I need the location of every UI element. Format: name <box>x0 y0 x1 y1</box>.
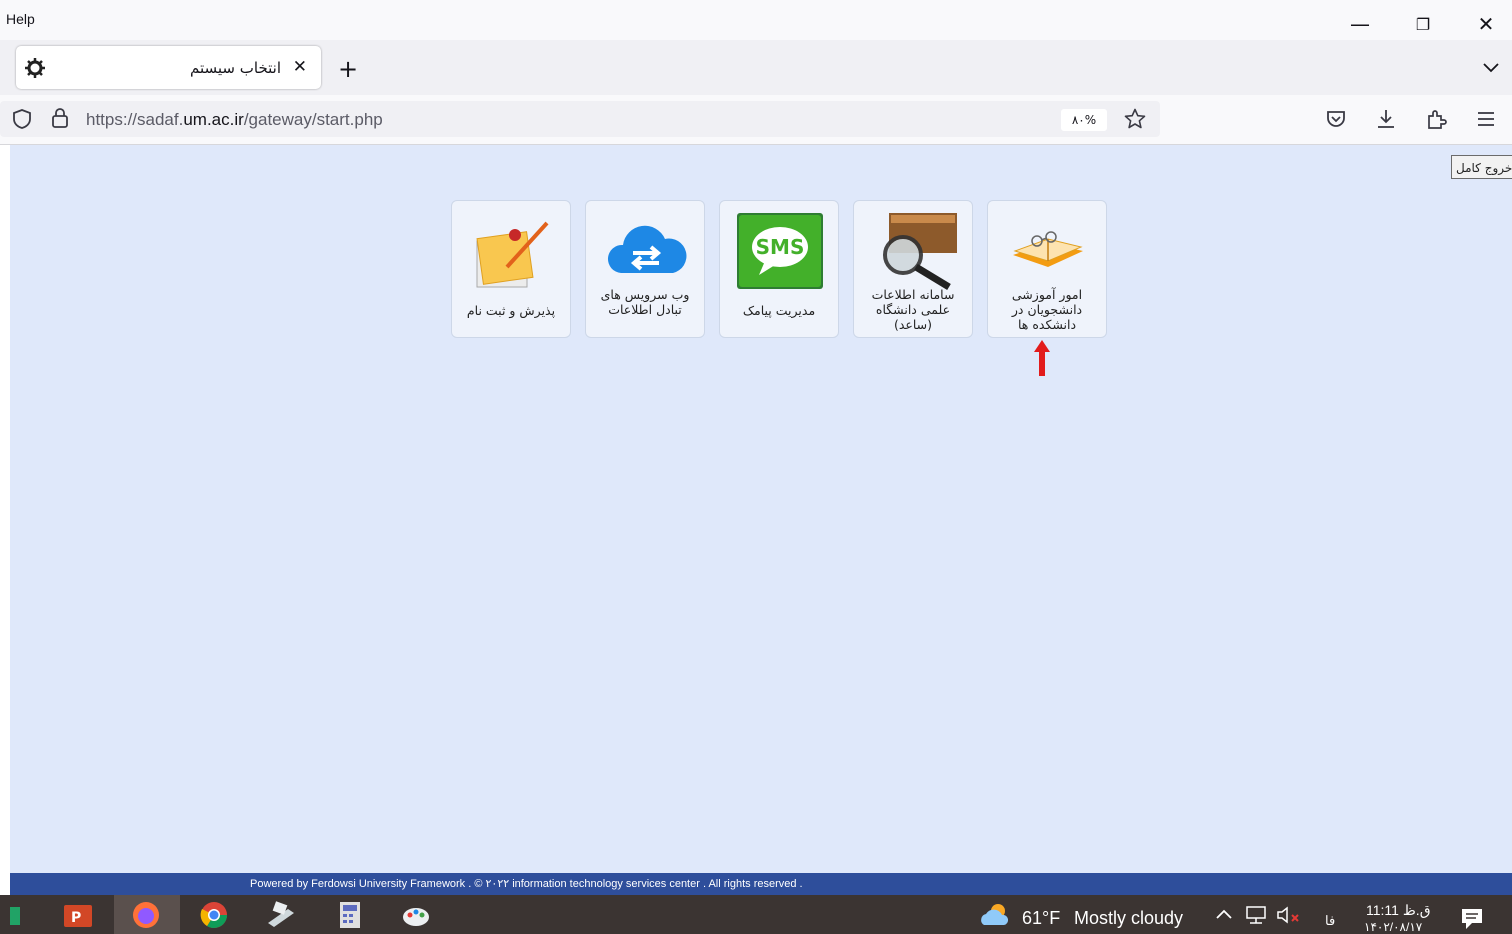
weather-description[interactable]: Mostly cloudy <box>1074 908 1183 929</box>
tab-close-icon[interactable]: ✕ <box>293 57 307 77</box>
calculator-taskbar-icon[interactable] <box>334 899 366 931</box>
magnifier-book-icon <box>883 213 957 290</box>
tile-label-registration: پذیرش و ثبت نام <box>466 303 556 318</box>
shield-icon[interactable] <box>10 107 34 131</box>
red-arrow-annotation <box>1034 340 1050 376</box>
download-icon[interactable] <box>1374 107 1398 131</box>
sms-icon: SMS <box>737 213 823 289</box>
cloud-exchange-icon <box>607 225 687 273</box>
paint-taskbar-icon[interactable] <box>400 899 432 931</box>
footer-text: Powered by Ferdowsi University Framework… <box>250 878 803 890</box>
zoom-level[interactable]: ۸۰% <box>1061 109 1107 131</box>
lock-icon[interactable] <box>48 106 72 130</box>
open-book-icon <box>1013 231 1083 267</box>
chevron-up-icon[interactable] <box>1214 905 1234 925</box>
clock-date[interactable]: ۱۴۰۲/۰۸/۱۷ <box>1364 920 1422 934</box>
page-footer: Powered by Ferdowsi University Framework… <box>10 873 1512 895</box>
tile-scientific-info[interactable]: سامانه اطلاعات علمی دانشگاه (ساعد) <box>853 200 973 338</box>
tile-label-educational-affairs: امور آموزشی دانشجویان در دانشکده ها <box>1011 287 1083 332</box>
close-window-button[interactable]: ✕ <box>1466 8 1506 40</box>
extensions-icon[interactable] <box>1424 107 1448 131</box>
tile-label-web-services: وب سرویس های تبادل اطلاعات <box>600 287 690 317</box>
tab-bar: انتخاب سیستم ✕ <box>0 40 1512 95</box>
site-favicon-icon <box>25 58 45 78</box>
network-icon[interactable] <box>1244 904 1268 926</box>
pocket-icon[interactable] <box>1324 107 1348 131</box>
input-language[interactable]: فا <box>1325 913 1335 929</box>
address-bar[interactable]: https://sadaf.um.ac.ir/gateway/start.php… <box>0 101 1160 137</box>
registration-note-icon <box>476 221 549 288</box>
navigation-bar: https://sadaf.um.ac.ir/gateway/start.php… <box>0 95 1512 145</box>
firefox-taskbar-icon[interactable] <box>130 899 162 931</box>
svg-text:SMS: SMS <box>756 235 805 259</box>
tab-system-select[interactable]: انتخاب سیستم ✕ <box>16 46 321 89</box>
url-text[interactable]: https://sadaf.um.ac.ir/gateway/start.php <box>86 110 383 130</box>
notifications-icon[interactable] <box>1460 907 1486 931</box>
tile-web-services[interactable]: وب سرویس های تبادل اطلاعات <box>585 200 705 338</box>
tab-list-chevron-icon[interactable] <box>1480 56 1502 78</box>
volume-muted-icon[interactable] <box>1276 905 1302 925</box>
tile-sms-management[interactable]: SMS مدیریت پیامک <box>719 200 839 338</box>
svg-text:P: P <box>71 910 81 926</box>
weather-cloud-icon[interactable] <box>978 899 1010 931</box>
new-tab-button[interactable]: + <box>338 55 358 83</box>
menu-help[interactable]: Help <box>6 11 35 27</box>
tab-title: انتخاب سیستم <box>190 59 281 77</box>
minimize-button[interactable]: — <box>1340 8 1380 40</box>
excel-taskbar-icon[interactable] <box>4 899 24 931</box>
clock-time[interactable]: 11:11 ق.ظ <box>1366 902 1431 919</box>
taskbar: P <box>0 895 1512 934</box>
tile-label-sms: مدیریت پیامک <box>742 303 816 318</box>
hamburger-menu-icon[interactable] <box>1474 107 1498 131</box>
menu-bar: Help — ❐ ✕ <box>0 0 1512 40</box>
tile-educational-affairs[interactable]: امور آموزشی دانشجویان در دانشکده ها <box>987 200 1107 338</box>
chrome-taskbar-icon[interactable] <box>198 899 230 931</box>
restore-button[interactable]: ❐ <box>1403 8 1443 40</box>
tile-label-scientific-info: سامانه اطلاعات علمی دانشگاه (ساعد) <box>871 287 955 332</box>
tile-registration[interactable]: پذیرش و ثبت نام <box>451 200 571 338</box>
bookmark-star-icon[interactable] <box>1123 107 1147 131</box>
full-exit-button[interactable]: خروج کامل <box>1451 155 1512 179</box>
weather-temperature[interactable]: 61°F <box>1022 908 1060 929</box>
scanner-taskbar-icon[interactable] <box>264 899 296 931</box>
powerpoint-taskbar-icon[interactable]: P <box>62 899 94 931</box>
